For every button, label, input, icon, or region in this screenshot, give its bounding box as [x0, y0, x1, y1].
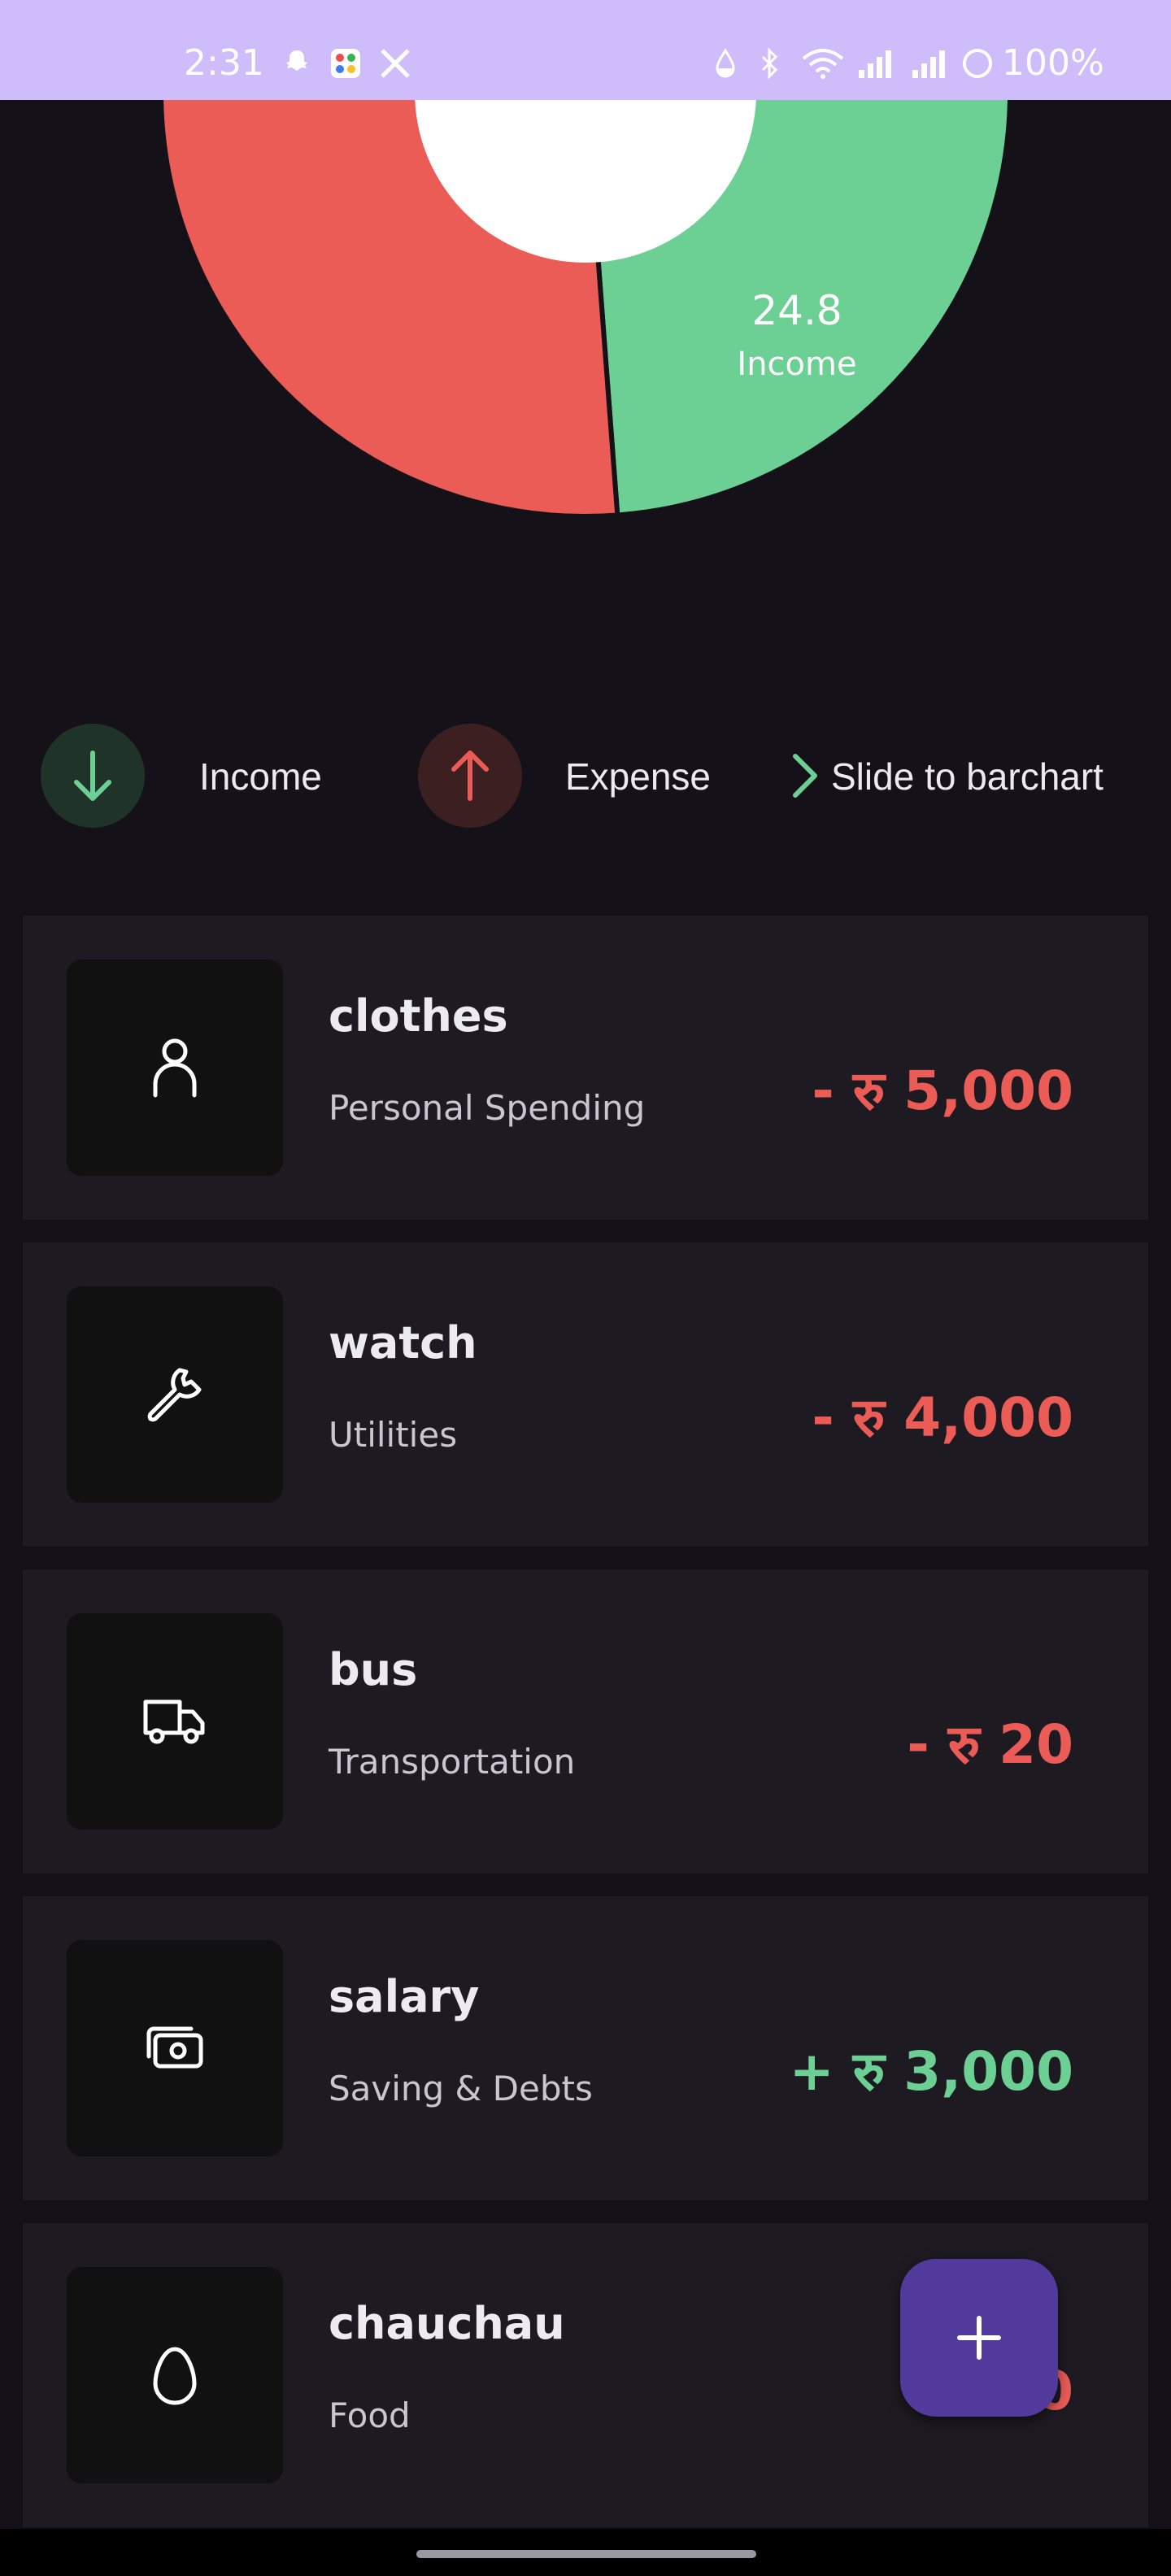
drop-icon — [716, 48, 735, 78]
signal-icon — [912, 50, 945, 78]
arrow-up-icon — [451, 751, 489, 801]
money-icon — [146, 2026, 203, 2069]
plus-icon — [957, 2316, 1001, 2360]
egg-icon — [153, 2347, 197, 2405]
income-legend-badge[interactable] — [41, 724, 145, 828]
battery-percent: 100% — [1002, 42, 1104, 84]
transaction-amount: + रु 3,000 — [789, 2040, 1074, 2103]
category-icon-box — [67, 2267, 283, 2483]
income-legend-label: Income — [199, 755, 322, 798]
transaction-title: chauchau — [329, 2298, 565, 2349]
bluetooth-icon — [761, 47, 778, 80]
transaction-title: clothes — [329, 990, 508, 1042]
category-icon-box — [67, 959, 283, 1176]
snapchat-icon — [286, 50, 307, 71]
x-icon — [381, 49, 410, 78]
wrench-icon — [147, 1368, 202, 1422]
slide-to-barchart-label[interactable]: Slide to barchart — [831, 755, 1104, 798]
wifi-icon — [802, 49, 844, 79]
category-icon-box — [67, 1940, 283, 2156]
add-transaction-button[interactable] — [900, 2259, 1058, 2417]
category-icon-box — [67, 1286, 283, 1503]
system-nav-bar — [0, 2529, 1171, 2576]
pie-value-label: 24.8 — [751, 287, 842, 334]
category-icon-box — [67, 1613, 283, 1830]
transaction-title: watch — [329, 1317, 477, 1368]
status-time: 2:31 — [184, 42, 264, 84]
pie-chart[interactable]: 24.8 Income — [0, 100, 1171, 669]
photos-icon — [331, 49, 360, 78]
signal-icon — [859, 50, 891, 78]
home-gesture-handle[interactable] — [416, 2550, 756, 2558]
transaction-card[interactable]: bus Transportation - रु 20 — [23, 1569, 1148, 1873]
transaction-category: Personal Spending — [329, 1088, 646, 1128]
transaction-amount: - रु 20 — [907, 1713, 1073, 1776]
transaction-card[interactable]: salary Saving & Debts + रु 3,000 — [23, 1896, 1148, 2200]
chevron-right-icon[interactable] — [789, 751, 821, 800]
transaction-title: salary — [329, 1971, 480, 2022]
status-bar: 2:31 100% — [0, 0, 1171, 100]
battery-icon — [963, 49, 992, 78]
transaction-category: Transportation — [329, 1742, 576, 1782]
transaction-title: bus — [329, 1644, 418, 1695]
expense-legend-badge[interactable] — [418, 724, 522, 828]
transaction-amount: - रु 4,000 — [812, 1386, 1073, 1449]
arrow-down-icon — [74, 751, 111, 801]
legend-row: Income Expense Slide to barchart — [0, 724, 1171, 829]
transaction-card[interactable]: clothes Personal Spending - रु 5,000 — [23, 916, 1148, 1220]
truck-icon — [143, 1699, 205, 1744]
transaction-card[interactable]: watch Utilities - रु 4,000 — [23, 1242, 1148, 1547]
expense-legend-label: Expense — [565, 755, 712, 798]
transaction-amount: - रु 5,000 — [812, 1060, 1073, 1122]
pie-chart-svg: 24.8 Income — [159, 100, 1012, 519]
transaction-category: Utilities — [329, 1415, 458, 1455]
person-icon — [153, 1038, 197, 1098]
pie-slice-label: Income — [737, 346, 856, 383]
transaction-category: Food — [329, 2395, 411, 2435]
transaction-category: Saving & Debts — [329, 2069, 593, 2108]
